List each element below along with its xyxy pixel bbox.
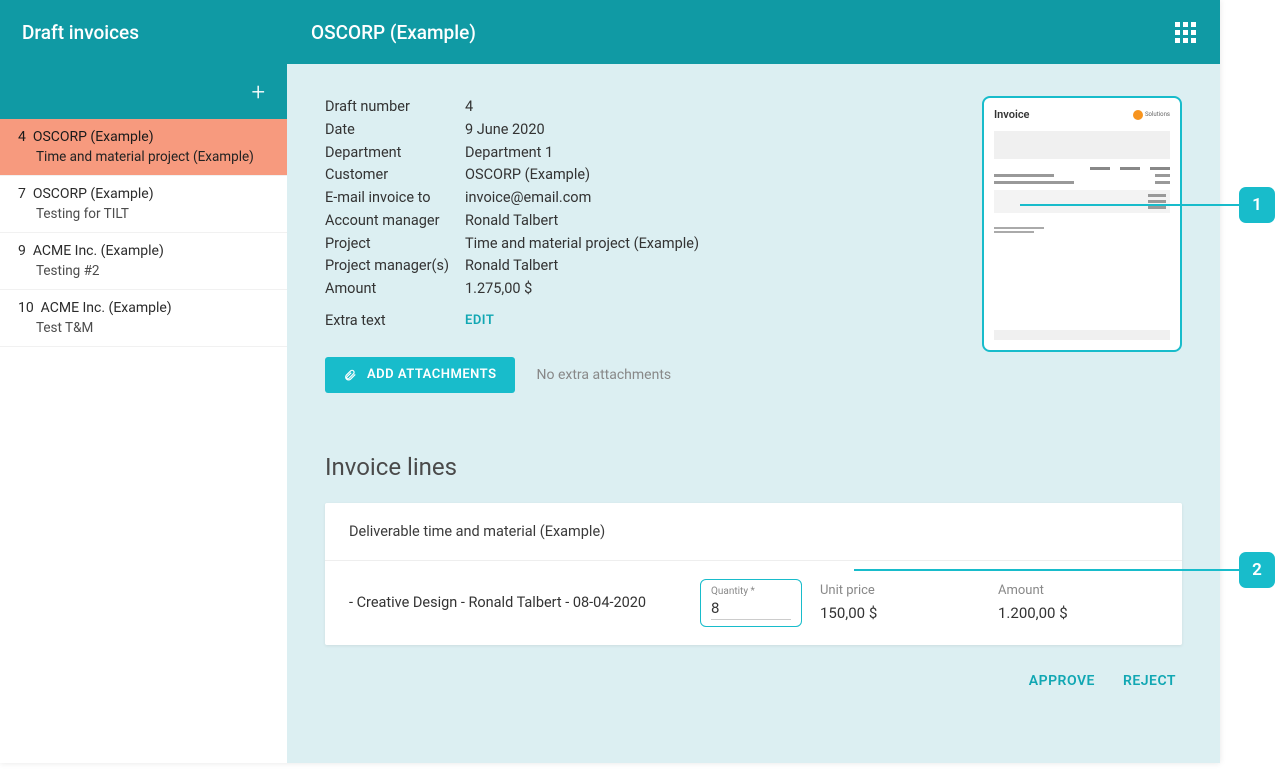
callout-connector bbox=[1020, 204, 1239, 206]
invoice-lines-title: Invoice lines bbox=[325, 453, 1182, 481]
detail-value: Ronald Talbert bbox=[465, 210, 558, 232]
line-description: - Creative Design - Ronald Talbert - 08-… bbox=[349, 594, 682, 611]
detail-value: Department 1 bbox=[465, 142, 553, 164]
callout-badge-2: 2 bbox=[1239, 552, 1275, 588]
detail-value: invoice@email.com bbox=[465, 187, 591, 209]
invoice-list: 4 OSCORP (Example) Time and material proj… bbox=[0, 119, 287, 763]
sidebar-item-title: 4 OSCORP (Example) bbox=[18, 129, 269, 145]
plus-icon[interactable]: + bbox=[251, 78, 265, 106]
detail-row: Amount1.275,00 $ bbox=[325, 278, 962, 300]
no-attachments-text: No extra attachments bbox=[537, 367, 672, 383]
sidebar-item-title: 10 ACME Inc. (Example) bbox=[18, 300, 269, 316]
main-header: OSCORP (Example) bbox=[287, 0, 1220, 64]
add-attachments-label: ADD ATTACHMENTS bbox=[367, 367, 497, 382]
add-attachments-button[interactable]: ADD ATTACHMENTS bbox=[325, 357, 515, 393]
content: Draft number4Date9 June 2020DepartmentDe… bbox=[287, 64, 1220, 763]
detail-key: Account manager bbox=[325, 210, 465, 232]
detail-key: Customer bbox=[325, 164, 465, 186]
amount-value: 1.200,00 $ bbox=[998, 604, 1158, 622]
detail-row: Date9 June 2020 bbox=[325, 119, 962, 141]
preview-logo: Solutions bbox=[1133, 110, 1170, 120]
sidebar-item-sub: Testing for TILT bbox=[18, 206, 269, 222]
detail-key: Project bbox=[325, 233, 465, 255]
reject-button[interactable]: REJECT bbox=[1123, 673, 1176, 689]
callout-badge-1: 1 bbox=[1239, 187, 1275, 223]
detail-key: Date bbox=[325, 119, 465, 141]
detail-key: Amount bbox=[325, 278, 465, 300]
detail-row: DepartmentDepartment 1 bbox=[325, 142, 962, 164]
detail-key: E-mail invoice to bbox=[325, 187, 465, 209]
amount-label: Amount bbox=[998, 583, 1158, 598]
sidebar-item-title: 9 ACME Inc. (Example) bbox=[18, 243, 269, 259]
preview-title: Invoice bbox=[994, 108, 1029, 121]
approve-button[interactable]: APPROVE bbox=[1029, 673, 1095, 689]
unit-price-label: Unit price bbox=[820, 583, 980, 598]
sidebar-item[interactable]: 7 OSCORP (Example) Testing for TILT bbox=[0, 176, 287, 233]
detail-value: Ronald Talbert bbox=[465, 255, 558, 277]
sidebar-item-title: 7 OSCORP (Example) bbox=[18, 186, 269, 202]
sidebar-item-sub: Test T&M bbox=[18, 320, 269, 336]
quantity-input[interactable] bbox=[711, 597, 791, 620]
extra-text-row: Extra text EDIT bbox=[325, 312, 962, 329]
detail-row: CustomerOSCORP (Example) bbox=[325, 164, 962, 186]
sidebar-title: Draft invoices bbox=[0, 0, 287, 64]
detail-row: Account managerRonald Talbert bbox=[325, 210, 962, 232]
lines-group-header: Deliverable time and material (Example) bbox=[325, 503, 1182, 561]
extra-text-label: Extra text bbox=[325, 312, 465, 329]
edit-button[interactable]: EDIT bbox=[465, 313, 494, 328]
sidebar-add-row: + bbox=[0, 64, 287, 119]
detail-value: 4 bbox=[465, 96, 473, 118]
invoice-line-row: - Creative Design - Ronald Talbert - 08-… bbox=[325, 561, 1182, 645]
invoice-lines-card: Deliverable time and material (Example) … bbox=[325, 503, 1182, 645]
detail-key: Project manager(s) bbox=[325, 255, 465, 277]
detail-value: OSCORP (Example) bbox=[465, 164, 590, 186]
detail-value: Time and material project (Example) bbox=[465, 233, 699, 255]
callout-connector bbox=[854, 569, 1239, 571]
action-row: APPROVE REJECT bbox=[325, 673, 1182, 689]
unit-price-value: 150,00 $ bbox=[820, 604, 980, 622]
main: OSCORP (Example) Draft number4Date9 June… bbox=[287, 0, 1220, 763]
sidebar-item[interactable]: 9 ACME Inc. (Example) Testing #2 bbox=[0, 233, 287, 290]
quantity-label: Quantity * bbox=[711, 586, 791, 597]
detail-key: Department bbox=[325, 142, 465, 164]
invoice-details: Draft number4Date9 June 2020DepartmentDe… bbox=[325, 96, 962, 393]
detail-key: Draft number bbox=[325, 96, 465, 118]
sidebar-item-sub: Time and material project (Example) bbox=[18, 149, 269, 165]
sidebar: Draft invoices + 4 OSCORP (Example) Time … bbox=[0, 0, 287, 763]
sidebar-item[interactable]: 4 OSCORP (Example) Time and material proj… bbox=[0, 119, 287, 176]
detail-row: E-mail invoice toinvoice@email.com bbox=[325, 187, 962, 209]
detail-row: Draft number4 bbox=[325, 96, 962, 118]
apps-grid-icon[interactable] bbox=[1175, 22, 1196, 43]
detail-row: Project manager(s)Ronald Talbert bbox=[325, 255, 962, 277]
sidebar-item[interactable]: 10 ACME Inc. (Example) Test T&M bbox=[0, 290, 287, 347]
detail-value: 1.275,00 $ bbox=[465, 278, 532, 300]
detail-value: 9 June 2020 bbox=[465, 119, 545, 141]
quantity-field-wrap: Quantity * bbox=[700, 579, 802, 627]
invoice-preview[interactable]: Invoice Solutions bbox=[982, 96, 1182, 352]
paperclip-icon bbox=[343, 367, 357, 383]
detail-row: ProjectTime and material project (Exampl… bbox=[325, 233, 962, 255]
page-title: OSCORP (Example) bbox=[311, 21, 476, 44]
sidebar-item-sub: Testing #2 bbox=[18, 263, 269, 279]
